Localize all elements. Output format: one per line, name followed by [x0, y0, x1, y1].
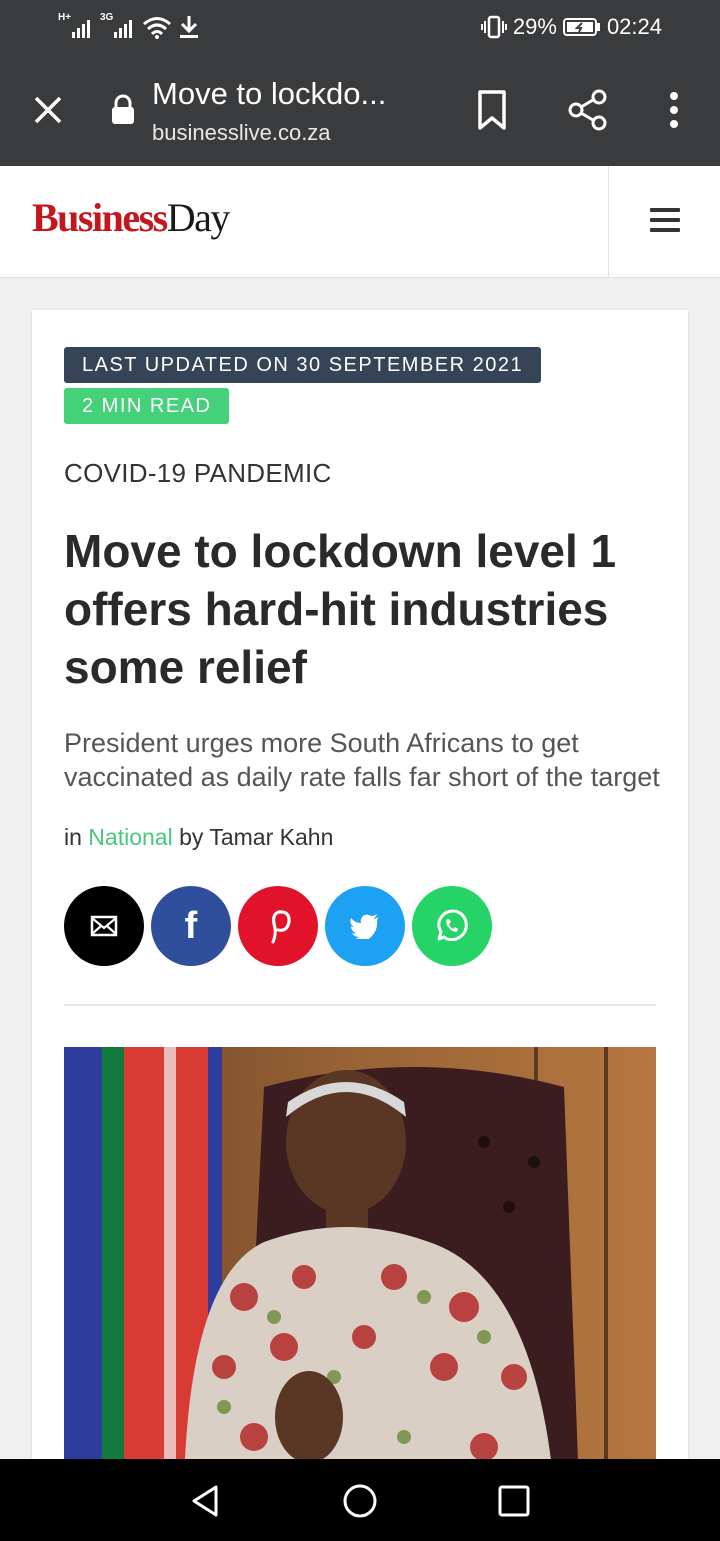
read-time-badge: 2 MIN READ [64, 388, 230, 424]
twitter-icon [350, 914, 378, 939]
system-nav-bar [0, 1459, 720, 1541]
header-divider [608, 166, 609, 278]
browser-chrome: H+ 3G 29% 02:24 Move to lockdo... busine… [0, 0, 720, 166]
download-icon [180, 16, 198, 38]
divider [64, 1004, 656, 1006]
clock: 02:24 [606, 14, 662, 39]
share-facebook-button[interactable]: f [151, 886, 231, 966]
logo-business: Business [32, 195, 168, 240]
page-url[interactable]: businesslive.co.za [152, 120, 331, 146]
share-pinterest-button[interactable] [238, 886, 318, 966]
signal-icon: H+ [58, 12, 94, 40]
bookmark-icon[interactable] [474, 88, 510, 132]
recent-apps-icon[interactable] [494, 1481, 534, 1521]
vibrate-icon [480, 15, 507, 39]
network-type-1: H+ [58, 12, 72, 23]
hero-photo [64, 1047, 656, 1470]
status-bar: H+ 3G 29% 02:24 [0, 0, 720, 54]
article-category[interactable]: COVID-19 PANDEMIC [64, 458, 332, 489]
back-icon[interactable] [186, 1481, 226, 1521]
hamburger-menu-icon[interactable] [650, 208, 680, 234]
battery-percent: 29% [512, 14, 557, 39]
status-left: H+ 3G [58, 10, 200, 40]
battery-icon [562, 18, 600, 36]
byline-in: in [64, 824, 82, 850]
status-right: 29% 02:24 [480, 10, 662, 44]
facebook-icon: f [184, 905, 198, 947]
close-icon[interactable] [28, 90, 68, 130]
home-icon[interactable] [340, 1481, 380, 1521]
byline-section-link[interactable]: National [88, 824, 172, 850]
share-twitter-button[interactable] [325, 886, 405, 966]
email-icon [90, 915, 118, 937]
logo-day: Day [166, 195, 231, 240]
whatsapp-icon [437, 909, 468, 942]
byline-by: by [179, 824, 204, 850]
byline-author[interactable]: Tamar Kahn [209, 824, 333, 850]
article-card: LAST UPDATED ON 30 SEPTEMBER 2021 2 MIN … [32, 310, 688, 1470]
article-standfirst: President urges more South Africans to g… [64, 728, 660, 792]
share-whatsapp-button[interactable] [412, 886, 492, 966]
site-logo[interactable]: BusinessDay [32, 194, 231, 241]
signal-icon: 3G [100, 12, 136, 40]
browser-toolbar: Move to lockdo... businesslive.co.za [0, 54, 720, 166]
page-title[interactable]: Move to lockdo... [152, 76, 386, 112]
more-vert-icon[interactable] [660, 88, 688, 132]
article-hero-image[interactable] [64, 1047, 656, 1470]
lock-icon [112, 94, 134, 124]
pinterest-icon [271, 910, 291, 944]
share-buttons: f [64, 886, 492, 966]
last-updated-badge: LAST UPDATED ON 30 SEPTEMBER 2021 [64, 347, 542, 383]
article-headline: Move to lockdown level 1 offers hard-hit… [64, 525, 617, 693]
wifi-icon [143, 17, 171, 39]
share-icon[interactable] [566, 88, 610, 132]
network-type-2: 3G [100, 12, 114, 23]
share-email-button[interactable] [64, 886, 144, 966]
article-byline: in National by Tamar Kahn [64, 824, 333, 851]
site-header: BusinessDay [0, 166, 720, 278]
